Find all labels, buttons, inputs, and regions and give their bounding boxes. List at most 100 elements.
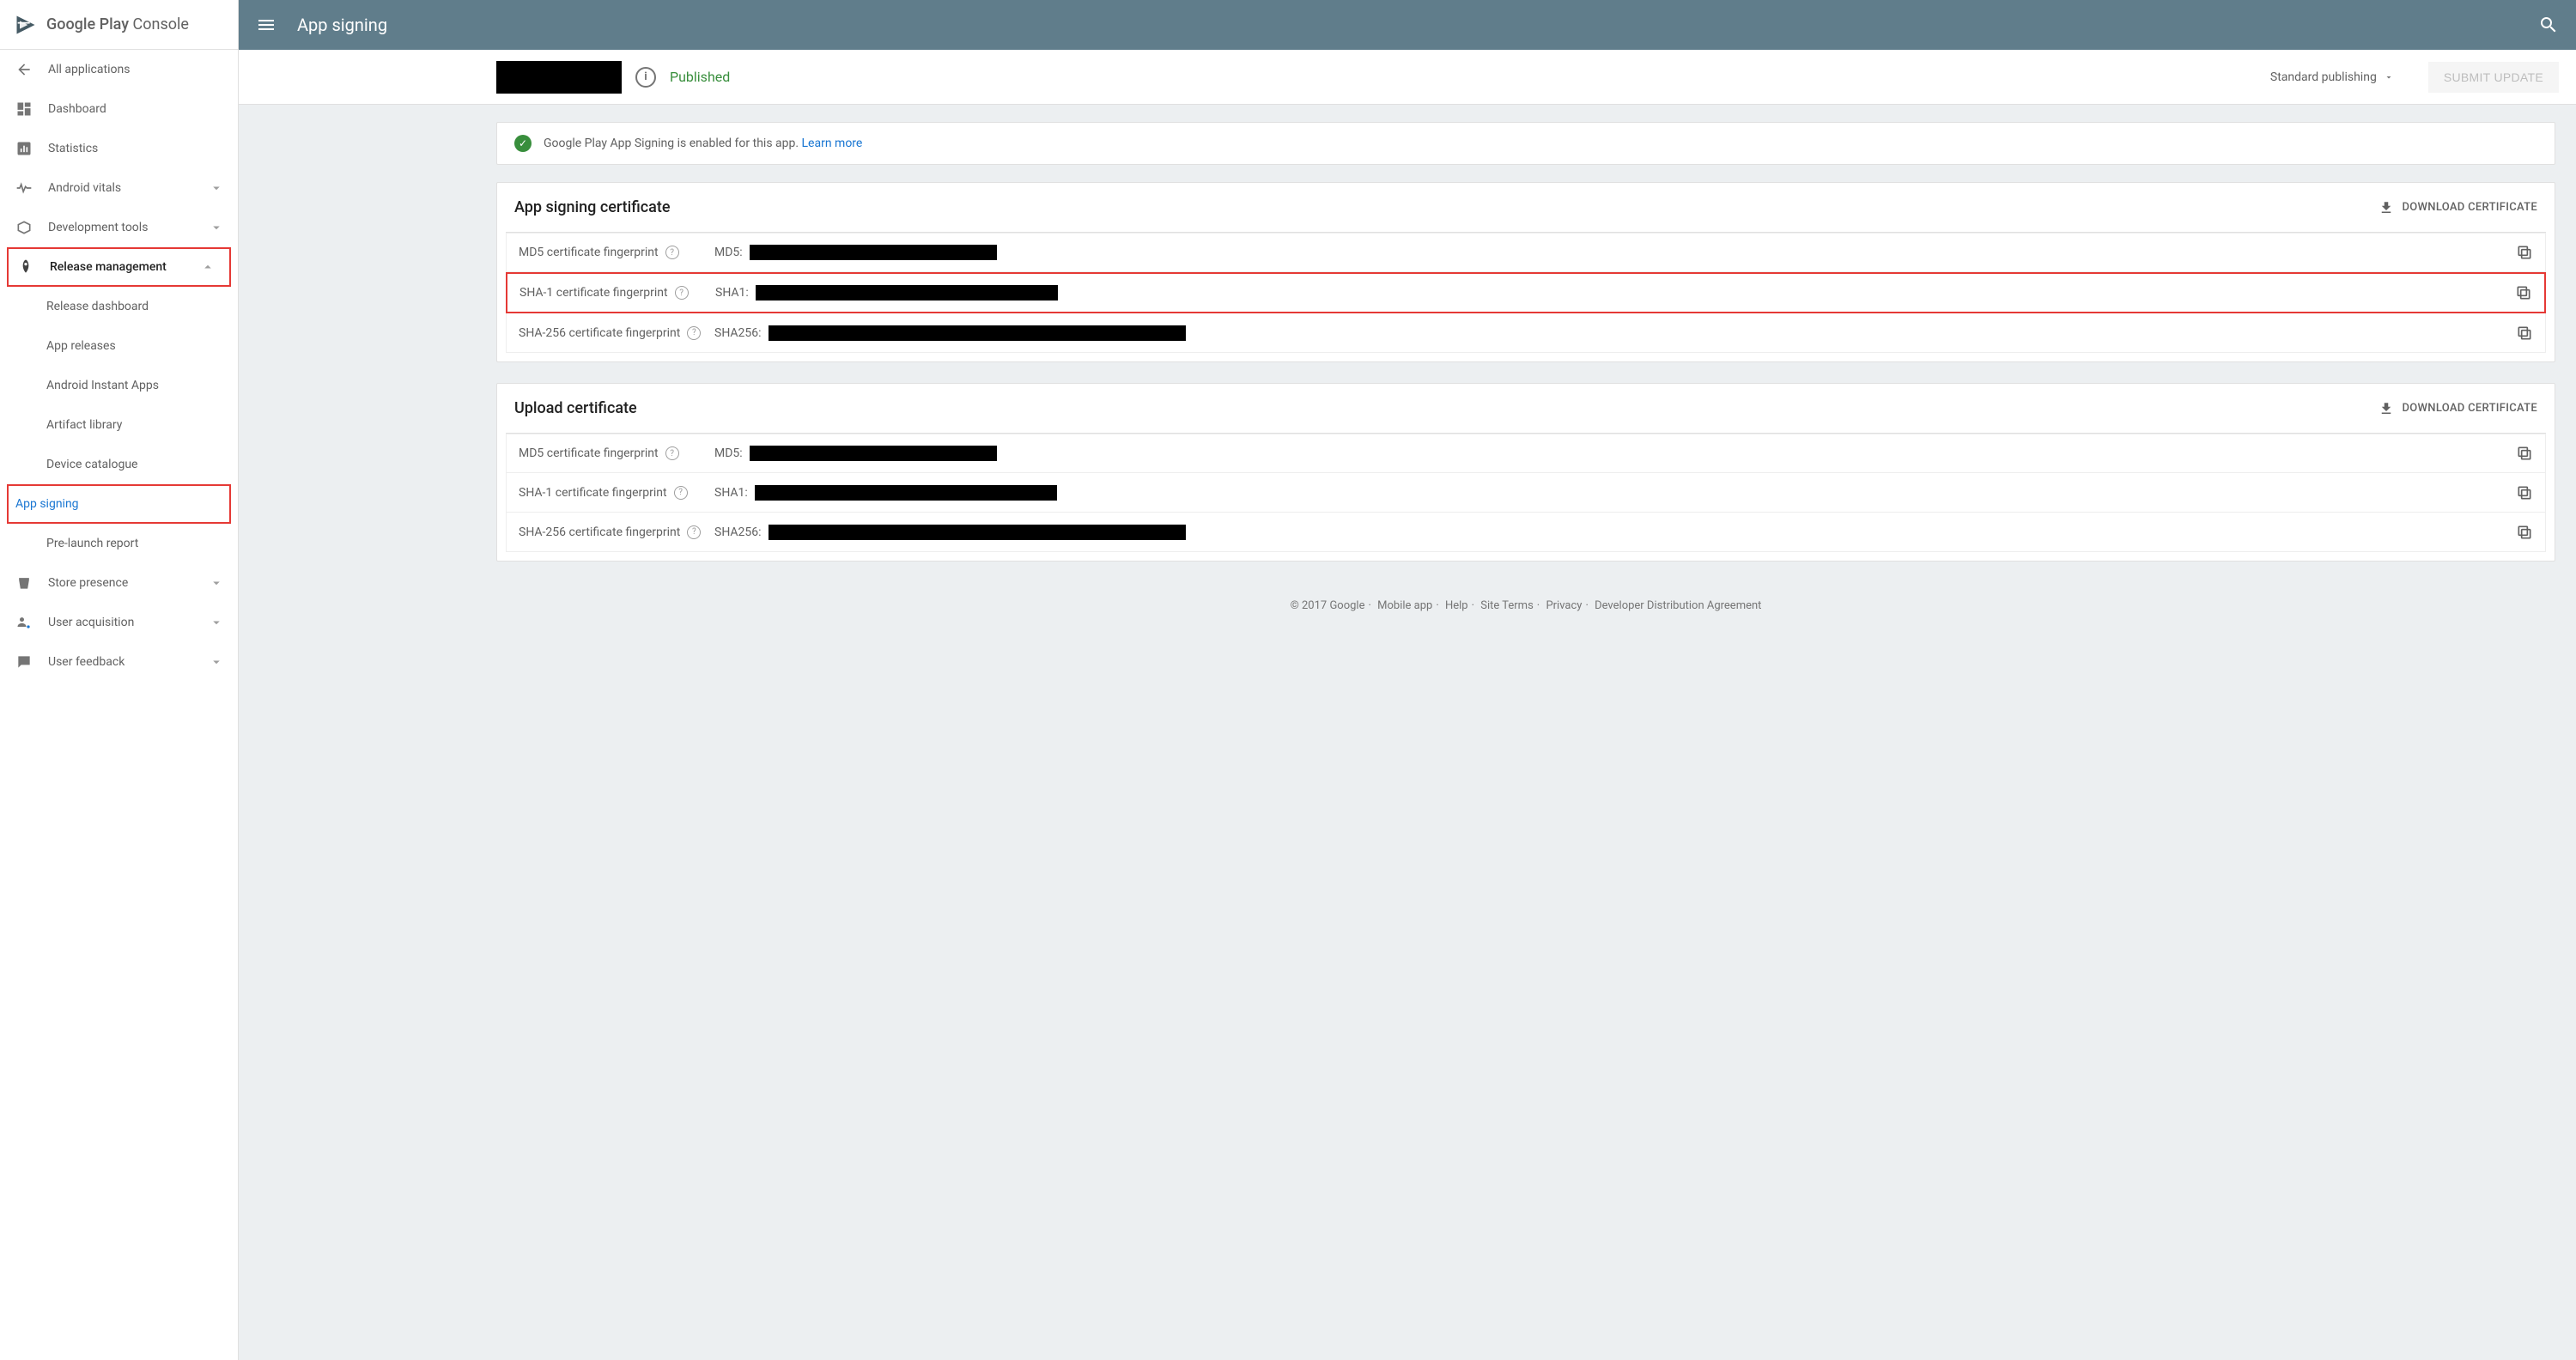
publishing-mode-dropdown[interactable]: Standard publishing	[2270, 70, 2394, 84]
cert-label: SHA-1 certificate fingerprint?	[519, 286, 708, 300]
nav-label: User acquisition	[48, 616, 209, 629]
certificate-table: MD5 certificate fingerprint? MD5: SHA-1 …	[506, 433, 2546, 552]
sidebar-item-development-tools[interactable]: Development tools	[0, 208, 238, 247]
vitals-icon	[14, 178, 34, 198]
user-acquisition-icon	[14, 612, 34, 633]
chevron-down-icon	[209, 654, 224, 670]
cert-prefix: SHA1:	[715, 286, 749, 300]
logo-area[interactable]: Google Play Console	[0, 0, 238, 50]
sidebar-item-statistics[interactable]: Statistics	[0, 129, 238, 168]
copy-icon[interactable]	[2516, 244, 2533, 261]
dashboard-icon	[14, 99, 34, 119]
sidebar-item-store-presence[interactable]: Store presence	[0, 563, 238, 603]
app-thumbnail	[496, 61, 622, 94]
search-icon[interactable]	[2538, 15, 2559, 35]
topbar: App signing	[239, 0, 2576, 50]
sidebar-item-release-dashboard[interactable]: Release dashboard	[0, 287, 238, 326]
hamburger-menu-icon[interactable]	[256, 15, 276, 35]
download-certificate-button[interactable]: DOWNLOAD CERTIFICATE	[2379, 401, 2537, 416]
help-icon[interactable]: ?	[675, 286, 689, 300]
copy-icon[interactable]	[2516, 325, 2533, 342]
copy-icon[interactable]	[2515, 284, 2532, 301]
logo-text: Google Play Console	[46, 15, 189, 33]
chevron-down-icon	[209, 220, 224, 235]
sidebar-item-dashboard[interactable]: Dashboard	[0, 89, 238, 129]
footer-help-link[interactable]: Help	[1445, 599, 1468, 612]
cert-value-redacted	[755, 485, 1057, 501]
nav-label: Statistics	[48, 142, 224, 155]
footer-terms-link[interactable]: Site Terms	[1480, 599, 1534, 612]
certificate-row-md5: MD5 certificate fingerprint? MD5:	[506, 434, 2546, 473]
help-icon[interactable]: ?	[665, 446, 679, 460]
copy-icon[interactable]	[2516, 484, 2533, 501]
upload-certificate-card: Upload certificate DOWNLOAD CERTIFICATE …	[496, 383, 2555, 562]
download-icon	[2379, 200, 2394, 216]
cert-label: MD5 certificate fingerprint?	[519, 246, 708, 259]
sidebar-item-app-releases[interactable]: App releases	[0, 326, 238, 366]
nav-label: Device catalogue	[46, 458, 224, 471]
footer-privacy-link[interactable]: Privacy	[1546, 599, 1582, 612]
sidebar: Google Play Console All applications Das…	[0, 0, 239, 1360]
app-signing-certificate-card: App signing certificate DOWNLOAD CERTIFI…	[496, 182, 2555, 362]
feedback-icon	[14, 652, 34, 672]
content: ✓ Google Play App Signing is enabled for…	[239, 105, 2576, 647]
nav-label: Artifact library	[46, 418, 224, 432]
cert-prefix: SHA1:	[714, 486, 748, 500]
chevron-up-icon	[200, 259, 216, 275]
dev-tools-icon	[14, 217, 34, 238]
download-certificate-button[interactable]: DOWNLOAD CERTIFICATE	[2379, 200, 2537, 216]
help-icon[interactable]: ?	[687, 525, 701, 539]
cert-value-redacted	[769, 325, 1186, 341]
certificate-table: MD5 certificate fingerprint? MD5: SHA-1 …	[506, 232, 2546, 353]
info-icon[interactable]: i	[635, 67, 656, 88]
sidebar-item-artifact-library[interactable]: Artifact library	[0, 405, 238, 445]
nav-label: App releases	[46, 339, 224, 353]
main-area: App signing i Published Standard publish…	[239, 0, 2576, 1360]
cert-prefix: SHA256:	[714, 525, 762, 539]
footer-mobile-link[interactable]: Mobile app	[1377, 599, 1432, 612]
help-icon[interactable]: ?	[674, 486, 688, 500]
certificate-row-md5: MD5 certificate fingerprint? MD5:	[506, 233, 2546, 272]
nav-label: User feedback	[48, 655, 209, 669]
cert-value-redacted	[769, 525, 1186, 540]
cert-label: SHA-256 certificate fingerprint?	[519, 525, 708, 539]
cert-prefix: MD5:	[714, 446, 743, 460]
card-title: App signing certificate	[514, 198, 2379, 216]
nav-label: Dashboard	[48, 102, 224, 116]
sidebar-item-user-feedback[interactable]: User feedback	[0, 642, 238, 682]
download-icon	[2379, 401, 2394, 416]
nav-label: Android vitals	[48, 181, 209, 195]
card-header: App signing certificate DOWNLOAD CERTIFI…	[497, 183, 2555, 232]
play-console-logo-icon	[14, 13, 38, 37]
sidebar-item-release-management[interactable]: Release management	[7, 247, 231, 287]
chevron-down-icon	[209, 575, 224, 591]
sidebar-item-device-catalogue[interactable]: Device catalogue	[0, 445, 238, 484]
sidebar-item-android-vitals[interactable]: Android vitals	[0, 168, 238, 208]
submit-update-button[interactable]: SUBMIT UPDATE	[2428, 62, 2559, 93]
subheader: i Published Standard publishing SUBMIT U…	[239, 50, 2576, 105]
certificate-row-sha256: SHA-256 certificate fingerprint? SHA256:	[506, 513, 2546, 552]
help-icon[interactable]: ?	[687, 326, 701, 340]
cert-label: SHA-1 certificate fingerprint?	[519, 486, 708, 500]
sidebar-item-app-signing[interactable]: App signing	[7, 484, 231, 524]
learn-more-link[interactable]: Learn more	[802, 137, 863, 150]
copy-icon[interactable]	[2516, 445, 2533, 462]
sidebar-item-all-applications[interactable]: All applications	[0, 50, 238, 89]
nav-label: Release dashboard	[46, 300, 224, 313]
page-title: App signing	[297, 15, 2538, 35]
certificate-row-sha1: SHA-1 certificate fingerprint? SHA1:	[506, 272, 2546, 313]
sidebar-item-user-acquisition[interactable]: User acquisition	[0, 603, 238, 642]
footer: © 2017 Google· Mobile app· Help· Site Te…	[496, 582, 2555, 629]
cert-value-redacted	[750, 245, 997, 260]
certificate-row-sha256: SHA-256 certificate fingerprint? SHA256:	[506, 313, 2546, 353]
sidebar-item-instant-apps[interactable]: Android Instant Apps	[0, 366, 238, 405]
cert-label: SHA-256 certificate fingerprint?	[519, 326, 708, 340]
sidebar-item-prelaunch-report[interactable]: Pre-launch report	[0, 524, 238, 563]
download-label: DOWNLOAD CERTIFICATE	[2403, 402, 2537, 415]
back-arrow-icon	[14, 59, 34, 80]
footer-dda-link[interactable]: Developer Distribution Agreement	[1595, 599, 1761, 612]
nav-label: All applications	[48, 63, 224, 76]
dropdown-arrow-icon	[2384, 72, 2394, 82]
copy-icon[interactable]	[2516, 524, 2533, 541]
help-icon[interactable]: ?	[665, 246, 679, 259]
